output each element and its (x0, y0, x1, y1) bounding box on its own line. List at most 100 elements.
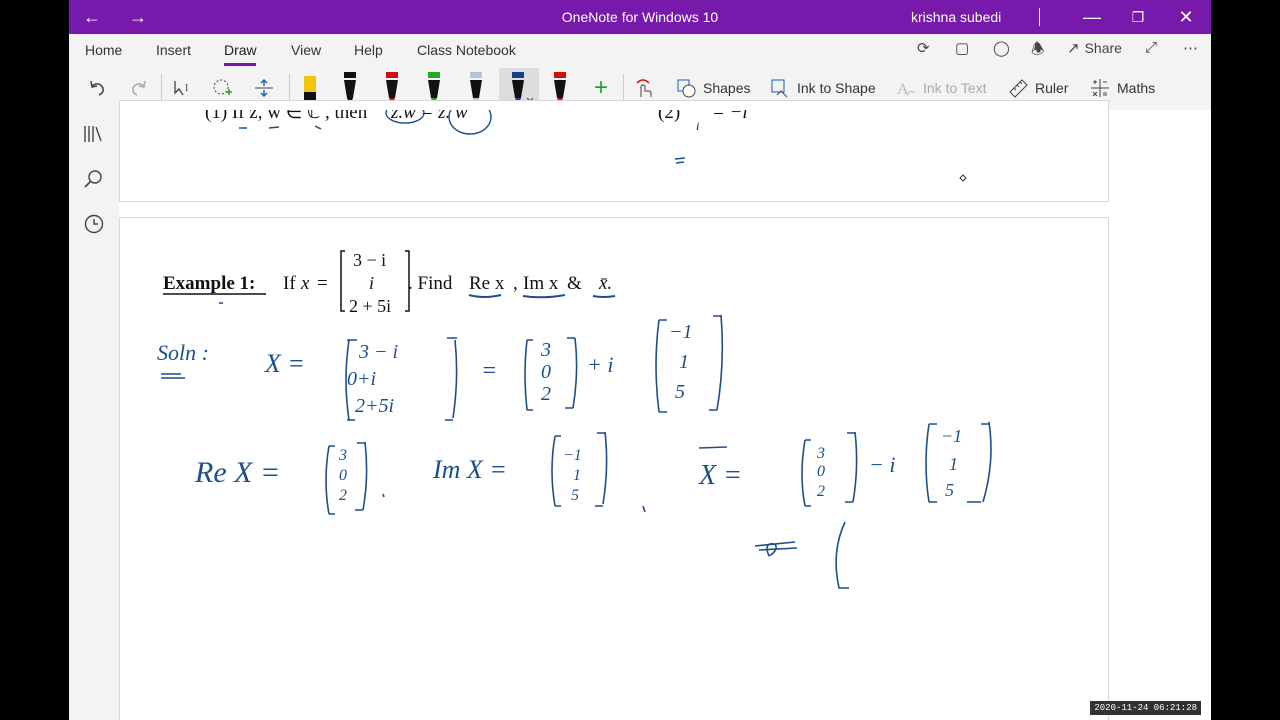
hw-matrix-entry: 1 (949, 454, 958, 474)
lasso-icon (213, 79, 232, 95)
clock-icon (84, 214, 104, 234)
lightbulb-icon: ◯ (993, 40, 1010, 57)
re-x-lhs: Re X = (194, 456, 280, 489)
more-button[interactable]: ⋯ (1183, 39, 1198, 57)
find-text: . Find (408, 273, 453, 294)
equals-sign: = (317, 273, 328, 294)
bell-icon: 🕭 (1031, 41, 1045, 58)
undo-button[interactable] (83, 66, 111, 110)
toolbar-separator (289, 74, 290, 102)
title-bar: ← → OneNote for Windows 10 krishna subed… (69, 0, 1211, 34)
pages-button[interactable]: ▢ (955, 39, 969, 57)
video-timestamp: 2020-11-24 06:21:28 (1090, 701, 1201, 715)
expand-icon: ⤢ (1145, 39, 1158, 56)
tab-help[interactable]: Help (354, 42, 383, 58)
toolbar-separator (623, 74, 624, 102)
ribbon-tabs: Home Insert Draw View Help Class Noteboo… (69, 34, 1211, 66)
ink-underline (468, 294, 616, 299)
ink-to-shape-icon (771, 79, 788, 98)
restore-button[interactable]: ❐ (1115, 0, 1161, 34)
hw-matrix-entry: 2+5i (355, 395, 394, 417)
notebooks-button[interactable] (82, 122, 106, 146)
ruler-label: Ruler (1035, 80, 1069, 96)
hw-matrix-entry: 0 (817, 463, 825, 480)
recent-notes-button[interactable] (82, 212, 106, 236)
prev-equation: z.w = z. w (390, 110, 468, 123)
redo-icon (132, 80, 146, 96)
user-name[interactable]: krishna subedi (911, 9, 1001, 25)
pages-icon: ▢ (955, 40, 970, 57)
shapes-icon (677, 79, 696, 98)
maths-label: Maths (1117, 80, 1156, 96)
minimize-icon: — (1083, 6, 1101, 27)
hw-matrix-entry: 3 − i (358, 341, 398, 363)
select-cursor-icon: I (174, 81, 188, 96)
prev-equation-2: = −i (712, 110, 748, 123)
tab-view[interactable]: View (291, 42, 321, 58)
note-canvas[interactable]: (1) If z, w ∈ ℂ , then z.w = z. w (2) i … (119, 100, 1211, 720)
hw-matrix-entry: 5 (571, 487, 579, 504)
sync-button[interactable]: ⟳ (917, 39, 930, 57)
tab-class-notebook[interactable]: Class Notebook (417, 42, 516, 58)
hw-matrix-entry: 2 (339, 487, 347, 504)
notebooks-icon (84, 126, 102, 142)
svg-text:I: I (185, 83, 188, 94)
if-word: If (283, 273, 296, 294)
notifications-button[interactable]: 🕭 (1031, 39, 1044, 64)
more-icon: ⋯ (1183, 40, 1198, 57)
ink-mark (674, 157, 686, 164)
ink-to-text-icon: A (897, 81, 916, 98)
touch-draw-icon (636, 79, 652, 97)
re-x-text: Re x (469, 273, 505, 294)
soln-label: Soln : (157, 340, 209, 365)
search-icon (84, 170, 102, 188)
hw-matrix-entry: 3 (816, 445, 825, 462)
restore-icon: ❐ (1131, 8, 1145, 25)
prev-statement-2: (2) (658, 110, 680, 123)
close-button[interactable]: ✕ (1163, 0, 1209, 34)
ruler-icon (1009, 79, 1028, 98)
variable-x: x (300, 273, 310, 294)
hw-matrix-entry: 5 (675, 381, 685, 403)
hw-matrix-entry: −1 (941, 426, 962, 446)
svg-text:A: A (897, 81, 909, 98)
share-icon: ↗ (1067, 40, 1080, 57)
search-button[interactable] (82, 167, 106, 191)
maths-icon (1091, 79, 1109, 97)
hw-matrix-entry: 1 (679, 351, 689, 373)
x-equals: X = (264, 349, 305, 378)
hw-matrix-entry: −1 (563, 447, 582, 464)
hw-equals: = (481, 358, 497, 384)
ink-layer: (1) If z, w ∈ ℂ , then z.w = z. w (2) i … (157, 110, 992, 589)
hw-matrix-entry: 0 (541, 361, 551, 383)
onenote-window: ← → OneNote for Windows 10 krishna subed… (69, 0, 1211, 720)
hw-matrix-entry: 0+i (347, 368, 376, 390)
matrix-entry: i (369, 273, 374, 293)
hw-matrix-entry: 2 (541, 383, 551, 405)
im-x-lhs: Im X = (432, 455, 507, 484)
x-bar-lhs: X = (698, 460, 742, 491)
tab-draw[interactable]: Draw (224, 42, 257, 58)
undo-icon (90, 80, 104, 96)
minimize-button[interactable]: — (1069, 0, 1115, 34)
im-x-text: Im x (523, 273, 559, 294)
tab-home[interactable]: Home (85, 42, 122, 58)
cursor-marker (959, 174, 967, 182)
ink-to-shape-label: Ink to Shape (797, 80, 876, 96)
hw-matrix-entry: 1 (573, 467, 581, 484)
share-button[interactable]: ↗ Share (1067, 39, 1122, 57)
plus-icon: + (593, 74, 608, 101)
hw-plus-i: + i (587, 352, 613, 377)
hw-minus-i: − i (869, 452, 895, 477)
lightbulb-button[interactable]: ◯ (993, 39, 1010, 57)
tab-insert[interactable]: Insert (156, 42, 191, 58)
hw-matrix-entry: 3 (540, 339, 551, 361)
fullscreen-button[interactable]: ⤢ (1145, 39, 1157, 56)
close-icon: ✕ (1178, 6, 1194, 27)
ink-to-text-label: Ink to Text (923, 80, 987, 96)
share-label: Share (1084, 40, 1122, 56)
toolbar-separator (161, 74, 162, 102)
matrix-entry: 2 + 5i (349, 296, 391, 316)
ampersand: & (567, 273, 582, 294)
sync-icon: ⟳ (917, 40, 930, 57)
